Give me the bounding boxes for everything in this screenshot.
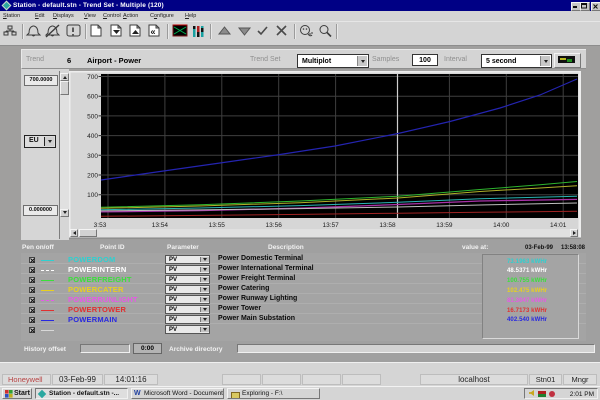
svg-text:3:53: 3:53 <box>94 222 107 229</box>
svg-text:14:00: 14:00 <box>493 222 510 229</box>
svg-text:13:54: 13:54 <box>152 222 169 229</box>
svg-text:14:01: 14:01 <box>550 222 567 229</box>
svg-text:200: 200 <box>87 173 98 180</box>
svg-text:500: 500 <box>87 113 98 120</box>
svg-text:«: « <box>151 27 156 37</box>
svg-text:400: 400 <box>87 133 98 140</box>
svg-text:300: 300 <box>87 153 98 160</box>
svg-text:600: 600 <box>87 94 98 101</box>
svg-text:13:57: 13:57 <box>322 222 339 229</box>
svg-text:13:59: 13:59 <box>436 222 453 229</box>
svg-text:100: 100 <box>87 192 98 199</box>
svg-text:13:58: 13:58 <box>379 222 396 229</box>
svg-text:700: 700 <box>87 74 98 81</box>
svg-text:13:55: 13:55 <box>209 222 226 229</box>
svg-text:13:56: 13:56 <box>266 222 283 229</box>
